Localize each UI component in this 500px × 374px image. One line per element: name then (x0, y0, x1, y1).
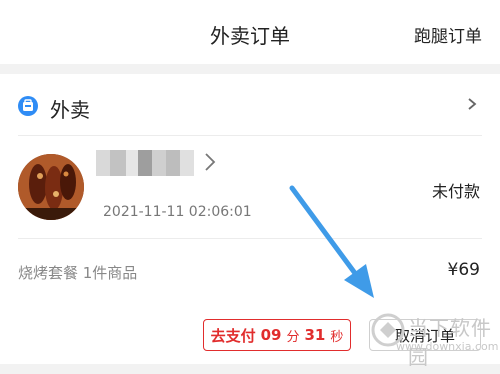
order-status: 未付款 (431, 182, 480, 201)
pay-label: 去支付 (210, 326, 256, 345)
order-price: ¥69 (447, 260, 480, 280)
chevron-right-icon[interactable] (203, 152, 217, 172)
watermark-url: www.downxia.com (396, 340, 499, 353)
countdown-seconds: 31 (304, 326, 326, 344)
seconds-unit: 秒 (330, 329, 344, 345)
order-source-label: 外卖 (50, 98, 90, 122)
minutes-unit: 分 (286, 329, 300, 345)
order-time: 2021-11-11 02:06:01 (103, 204, 252, 220)
countdown-minutes: 09 (260, 326, 282, 344)
divider (18, 238, 482, 239)
chevron-right-icon (468, 98, 477, 110)
top-bar: 外卖订单 跑腿订单 (0, 0, 500, 64)
store-name-blurred[interactable] (96, 150, 194, 176)
food-thumbnail[interactable] (18, 154, 84, 220)
pay-button[interactable]: 去支付 09 分 31 秒 (203, 319, 351, 351)
divider (18, 135, 482, 136)
delivery-bag-icon (18, 96, 38, 116)
goods-summary: 烧烤套餐 1件商品 (18, 264, 138, 282)
errand-orders-tab[interactable]: 跑腿订单 (414, 22, 482, 47)
order-source-row[interactable]: 外卖 (0, 74, 500, 136)
